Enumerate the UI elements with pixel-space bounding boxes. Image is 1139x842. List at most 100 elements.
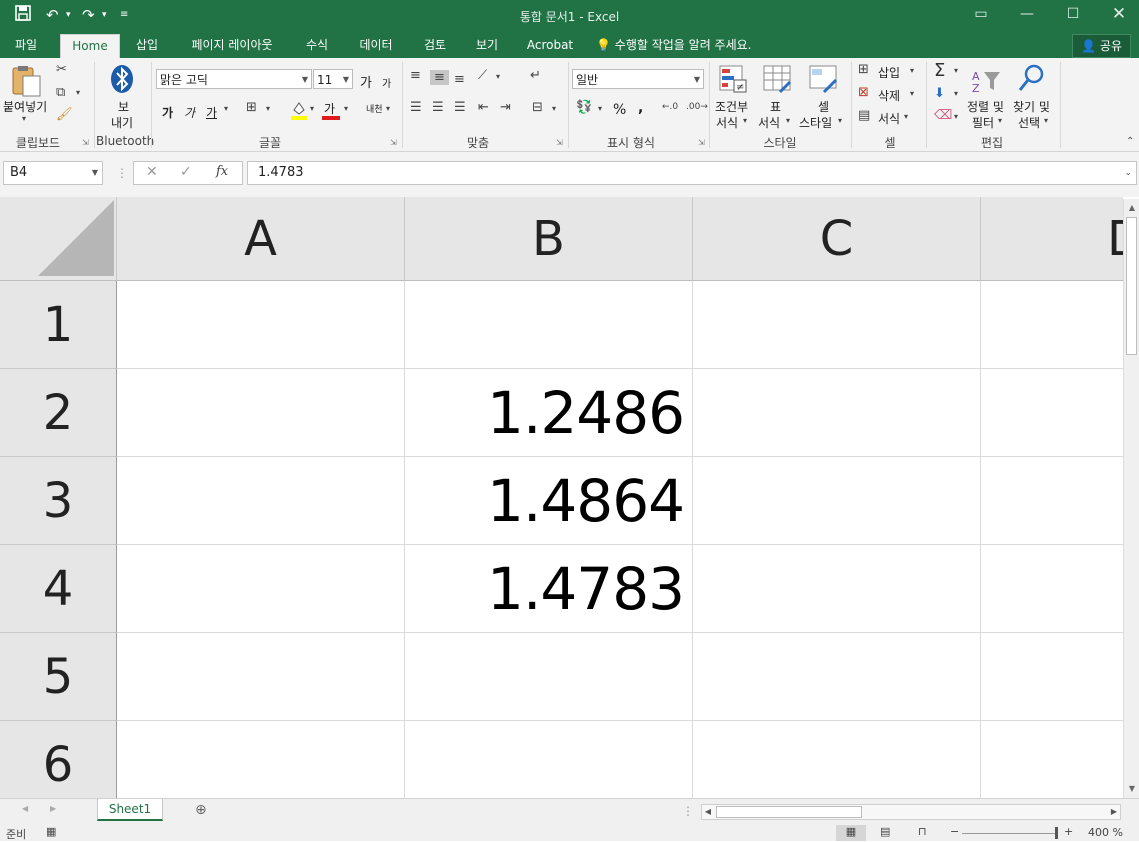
bluetooth-icon[interactable]: [110, 64, 134, 94]
font-name-select[interactable]: 맑은 고딕 ▼: [156, 69, 312, 89]
select-all-button[interactable]: [0, 197, 117, 281]
column-header-c[interactable]: C: [693, 197, 981, 281]
next-sheet-icon[interactable]: ▶: [50, 804, 56, 813]
share-button[interactable]: 👤 공유: [1072, 34, 1131, 58]
comma-style-button[interactable]: ,: [638, 100, 643, 116]
cell-c5[interactable]: [693, 633, 981, 721]
zoom-level[interactable]: 400 %: [1088, 826, 1123, 839]
tab-insert[interactable]: 삽입: [126, 32, 168, 58]
row-header-1[interactable]: 1: [0, 281, 117, 369]
page-layout-view-icon[interactable]: ▤: [880, 825, 890, 838]
borders-dropdown-icon[interactable]: ▾: [266, 104, 270, 113]
fill-color-icon[interactable]: [290, 100, 308, 120]
cell-styles-label-2[interactable]: 스타일: [799, 114, 832, 131]
insert-dropdown-icon[interactable]: ▾: [910, 66, 914, 75]
cell-a4[interactable]: [117, 545, 405, 633]
scroll-up-icon[interactable]: ▲: [1124, 201, 1139, 215]
cell-b3[interactable]: 1.4864: [405, 457, 693, 545]
cancel-icon[interactable]: ✕: [146, 164, 158, 180]
row-header-6[interactable]: 6: [0, 721, 117, 798]
bluetooth-send-label-2[interactable]: 내기: [111, 114, 133, 131]
phonetic-button[interactable]: 내천: [366, 102, 383, 115]
tab-view[interactable]: 보기: [466, 32, 508, 58]
align-bottom-icon[interactable]: ≡: [454, 72, 465, 87]
alignment-dialog-launcher-icon[interactable]: ⇲: [556, 138, 563, 147]
cut-icon[interactable]: ✂: [56, 62, 67, 77]
align-middle-icon[interactable]: ≡: [430, 70, 449, 85]
zoom-slider-thumb[interactable]: [1055, 827, 1058, 839]
cell-b6[interactable]: [405, 721, 693, 798]
maximize-icon[interactable]: ☐: [1058, 3, 1088, 25]
column-header-a[interactable]: A: [117, 197, 405, 281]
clear-icon[interactable]: ⌫: [934, 108, 952, 123]
fill-color-dropdown-icon[interactable]: ▾: [310, 104, 314, 113]
scroll-down-icon[interactable]: ▼: [1124, 782, 1139, 796]
format-cells-icon[interactable]: ▤: [858, 108, 870, 123]
horizontal-scroll-thumb[interactable]: [716, 806, 862, 818]
format-as-table-icon[interactable]: [762, 64, 792, 94]
find-select-icon[interactable]: [1016, 63, 1046, 93]
tab-splitter-icon[interactable]: ⋮: [682, 804, 694, 818]
font-color-icon[interactable]: 가: [322, 100, 340, 120]
font-color-dropdown-icon[interactable]: ▾: [344, 104, 348, 113]
format-dropdown-icon[interactable]: ▾: [904, 112, 908, 121]
font-dialog-launcher-icon[interactable]: ⇲: [390, 138, 397, 147]
page-break-view-icon[interactable]: ⊓: [918, 825, 927, 838]
copy-icon[interactable]: ⧉: [56, 85, 65, 100]
formula-input[interactable]: 1.4783 ⌄: [247, 161, 1137, 185]
enter-icon[interactable]: ✓: [180, 164, 192, 180]
merge-dropdown-icon[interactable]: ▾: [552, 104, 556, 113]
paste-dropdown-icon[interactable]: ▾: [22, 114, 26, 123]
minimize-icon[interactable]: —: [1012, 3, 1042, 25]
find-select-label-1[interactable]: 찾기 및: [1013, 98, 1050, 115]
name-box[interactable]: B4 ▼: [3, 161, 103, 185]
cell-d1[interactable]: [981, 281, 1123, 369]
insert-function-icon[interactable]: fx: [216, 164, 228, 179]
tab-home[interactable]: Home: [60, 34, 120, 59]
delete-cells-label[interactable]: 삭제: [878, 87, 900, 104]
format-as-table-label-1[interactable]: 표: [770, 98, 781, 115]
delete-cells-icon[interactable]: ⊠: [858, 85, 869, 100]
cell-b1[interactable]: [405, 281, 693, 369]
insert-cells-icon[interactable]: ⊞: [858, 62, 869, 77]
underline-dropdown-icon[interactable]: ▾: [224, 104, 228, 113]
cell-styles-label-1[interactable]: 셀: [818, 98, 829, 115]
cell-a5[interactable]: [117, 633, 405, 721]
paste-label[interactable]: 붙여넣기: [3, 98, 47, 115]
find-select-label-2[interactable]: 선택: [1018, 114, 1040, 131]
cell-a3[interactable]: [117, 457, 405, 545]
fill-dropdown-icon[interactable]: ▾: [954, 89, 958, 98]
column-header-d[interactable]: D: [981, 197, 1123, 281]
scroll-left-icon[interactable]: ◀: [702, 805, 714, 819]
percent-style-button[interactable]: %: [613, 102, 626, 118]
align-center-icon[interactable]: ☰: [432, 100, 444, 115]
horizontal-scrollbar[interactable]: ◀ ▶: [701, 804, 1121, 820]
font-size-select[interactable]: 11 ▼: [313, 69, 353, 89]
number-format-select[interactable]: 일반 ▼: [572, 69, 704, 89]
paste-icon[interactable]: [10, 64, 44, 100]
format-painter-icon[interactable]: 🖌: [56, 107, 73, 122]
tab-formulas[interactable]: 수식: [296, 32, 338, 58]
cell-c1[interactable]: [693, 281, 981, 369]
tab-page-layout[interactable]: 페이지 레이아웃: [180, 32, 284, 58]
copy-dropdown-icon[interactable]: ▾: [76, 88, 80, 97]
underline-button[interactable]: 가: [206, 104, 217, 121]
tab-acrobat[interactable]: Acrobat: [522, 32, 578, 58]
cell-c4[interactable]: [693, 545, 981, 633]
row-header-3[interactable]: 3: [0, 457, 117, 545]
cell-d3[interactable]: [981, 457, 1123, 545]
cell-b4[interactable]: 1.4783: [405, 545, 693, 633]
italic-button[interactable]: 가: [184, 104, 195, 121]
cell-a6[interactable]: [117, 721, 405, 798]
bold-button[interactable]: 가: [162, 104, 173, 121]
decrease-decimal-icon[interactable]: .00→: [686, 102, 708, 112]
cell-c6[interactable]: [693, 721, 981, 798]
increase-indent-icon[interactable]: ⇥: [500, 100, 511, 115]
macro-record-icon[interactable]: ▦: [46, 825, 56, 838]
accounting-format-icon[interactable]: 💱: [576, 100, 592, 115]
cell-a2[interactable]: [117, 369, 405, 457]
cell-c3[interactable]: [693, 457, 981, 545]
cell-styles-dropdown-icon[interactable]: ▾: [838, 116, 842, 125]
decrease-indent-icon[interactable]: ⇤: [478, 100, 489, 115]
cell-a1[interactable]: [117, 281, 405, 369]
